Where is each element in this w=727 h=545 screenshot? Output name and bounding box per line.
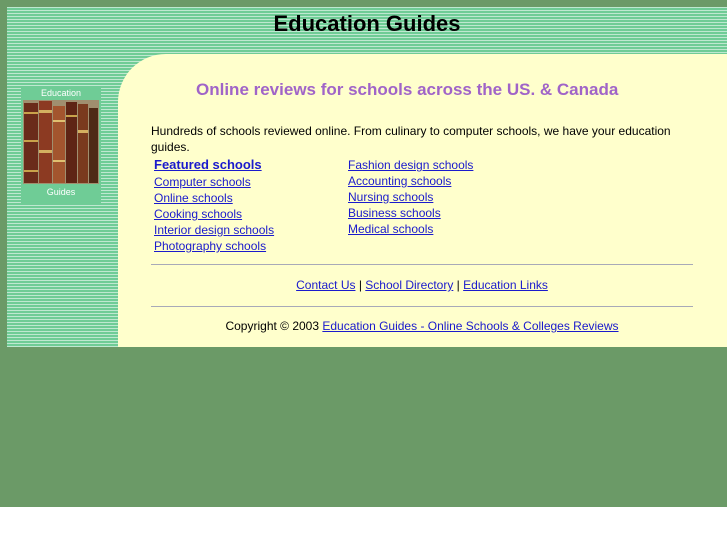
- computer-schools-link[interactable]: Computer schools: [154, 174, 274, 190]
- copyright-text: Copyright © 2003: [225, 319, 320, 333]
- school-directory-link[interactable]: School Directory: [365, 278, 453, 292]
- cooking-schools-link[interactable]: Cooking schools: [154, 206, 274, 222]
- featured-schools-link[interactable]: Featured schools: [154, 157, 274, 173]
- school-links-left: Featured schools Computer schools Online…: [154, 157, 274, 254]
- footer-nav: Contact Us | School Directory | Educatio…: [151, 278, 693, 292]
- contact-us-link[interactable]: Contact Us: [296, 278, 355, 292]
- footer-separator: |: [456, 278, 460, 292]
- medical-schools-link[interactable]: Medical schools: [348, 221, 473, 237]
- education-guides-logo: Education Guides: [21, 86, 101, 203]
- divider: [151, 306, 693, 307]
- interior-design-schools-link[interactable]: Interior design schools: [154, 222, 274, 238]
- logo-bottom-text: Guides: [46, 187, 76, 197]
- copyright-home-link[interactable]: Education Guides - Online Schools & Coll…: [322, 319, 618, 333]
- online-schools-link[interactable]: Online schools: [154, 190, 274, 206]
- education-links-link[interactable]: Education Links: [463, 278, 548, 292]
- business-schools-link[interactable]: Business schools: [348, 205, 473, 221]
- intro-text: Hundreds of schools reviewed online. Fro…: [151, 124, 671, 154]
- school-links-right: Fashion design schools Accounting school…: [348, 157, 473, 237]
- accounting-schools-link[interactable]: Accounting schools: [348, 173, 473, 189]
- fashion-design-schools-link[interactable]: Fashion design schools: [348, 157, 473, 173]
- copyright-notice: Copyright © 2003 Education Guides - Onli…: [151, 319, 693, 333]
- books-icon: [23, 100, 99, 184]
- nursing-schools-link[interactable]: Nursing schools: [348, 189, 473, 205]
- logo-top-text: Education: [40, 88, 82, 98]
- page-headline: Online reviews for schools across the US…: [196, 80, 619, 99]
- footer-separator: |: [358, 278, 362, 292]
- site-title: Education Guides: [273, 11, 461, 36]
- divider: [151, 264, 693, 265]
- photography-schools-link[interactable]: Photography schools: [154, 238, 274, 254]
